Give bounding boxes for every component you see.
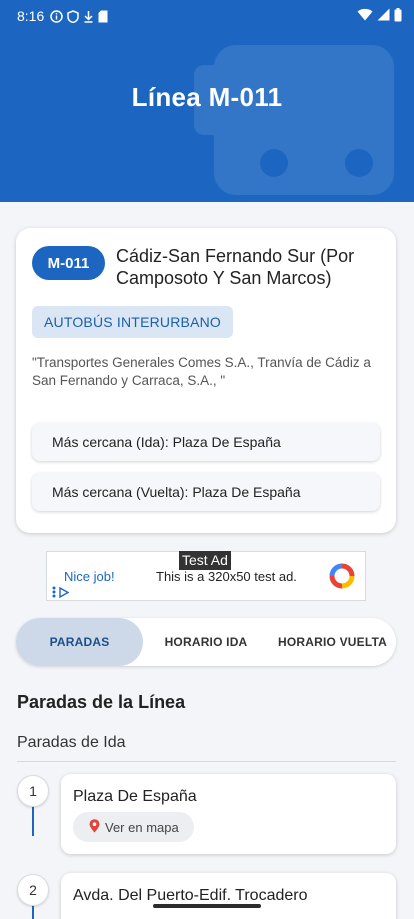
timeline-line	[32, 806, 34, 836]
test-ad-badge: Test Ad	[179, 551, 231, 570]
gesture-nav-handle[interactable]	[153, 904, 261, 908]
timeline-line	[32, 905, 34, 919]
sd-card-icon	[98, 10, 108, 23]
tab-horario-ida[interactable]: HORARIO IDA	[143, 618, 269, 666]
bus-watermark-icon	[194, 45, 394, 195]
stop-number-badge: 2	[17, 874, 49, 906]
stops-section-title: Paradas de la Línea	[17, 692, 186, 712]
route-name: Cádiz-San Fernando Sur (Por Camposoto Y …	[116, 246, 355, 288]
ad-logo-icon	[329, 563, 355, 594]
battery-icon	[394, 7, 402, 25]
status-right-icons	[357, 7, 402, 25]
nearest-stop-ida-button[interactable]: Más cercana (Ida): Plaza De España	[32, 423, 380, 461]
line-info-card: M-011 Cádiz-San Fernando Sur (Por Campos…	[16, 228, 396, 533]
tab-horario-vuelta[interactable]: HORARIO VUELTA	[269, 618, 396, 666]
ad-nice-text: Nice job!	[64, 569, 115, 584]
shield-icon	[67, 9, 79, 23]
ad-choices-icon[interactable]	[52, 586, 69, 598]
nearest-stop-vuelta-button[interactable]: Más cercana (Vuelta): Plaza De España	[32, 473, 380, 511]
view-on-map-button[interactable]: Ver en mapa	[73, 812, 194, 842]
tab-bar: PARADAS HORARIO IDA HORARIO VUELTA	[16, 618, 396, 666]
signal-icon	[377, 8, 390, 24]
status-time: 8:16	[17, 8, 45, 24]
download-icon	[83, 10, 94, 23]
stop-card[interactable]: Avda. Del Puerto-Edif. Trocadero	[61, 873, 396, 919]
line-type-chip: AUTOBÚS INTERURBANO	[32, 306, 234, 338]
stop-number-badge: 1	[17, 775, 49, 807]
line-code-badge: M-011	[32, 246, 105, 280]
wifi-icon	[357, 8, 373, 24]
header: 8:16 Línea M-011	[0, 0, 414, 202]
status-bar: 8:16	[0, 0, 414, 32]
stops-ida-subtitle: Paradas de Ida	[17, 734, 126, 751]
info-icon	[50, 9, 63, 23]
ad-body-text: This is a 320x50 test ad.	[156, 569, 297, 584]
map-pin-icon	[89, 818, 100, 836]
operator-text: "Transportes Generales Comes S.A., Tranv…	[32, 355, 371, 388]
tab-paradas[interactable]: PARADAS	[16, 618, 143, 666]
page-title: Línea M-011	[131, 82, 283, 112]
stop-name: Avda. Del Puerto-Edif. Trocadero	[73, 887, 308, 904]
stop-name: Plaza De España	[73, 788, 197, 805]
divider	[17, 761, 396, 762]
screen: 8:16 Línea M-011 M-011 Cádiz-San Fernand…	[0, 0, 414, 919]
view-on-map-label: Ver en mapa	[105, 819, 179, 835]
stop-card[interactable]: Plaza De España Ver en mapa	[61, 774, 396, 854]
